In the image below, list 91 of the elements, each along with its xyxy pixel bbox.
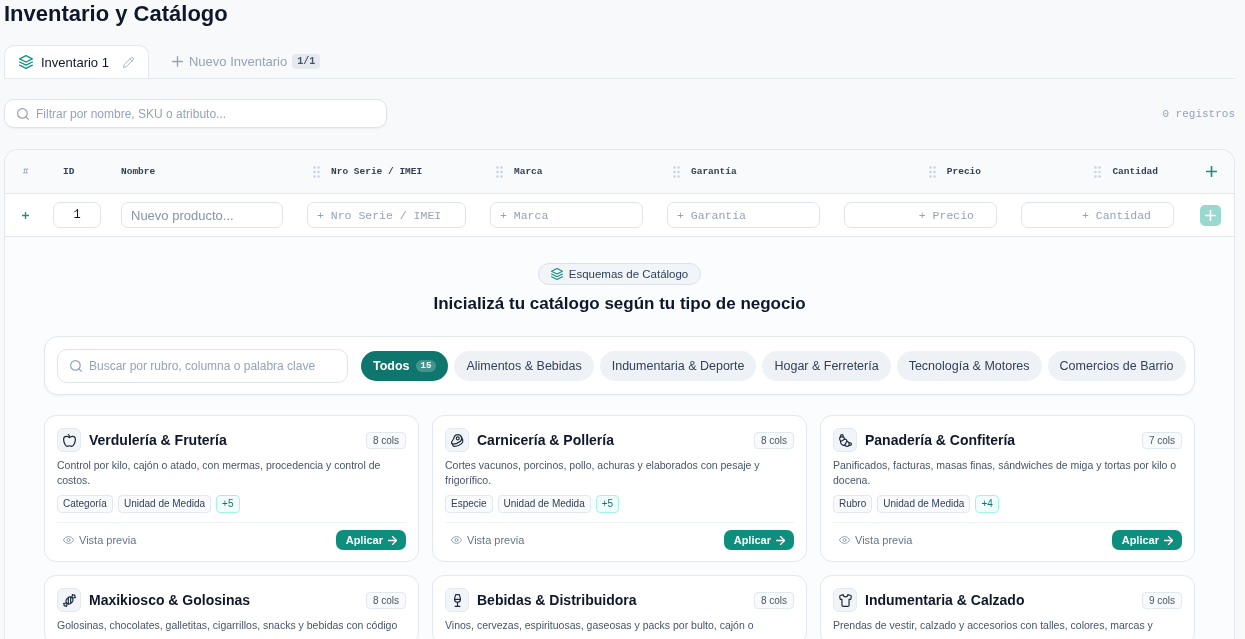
field-tag: Unidad de Medida	[497, 495, 591, 513]
input-field[interactable]: + Garantía	[667, 202, 820, 228]
drag-handle-icon[interactable]	[496, 165, 503, 178]
column-header: Marca	[514, 166, 543, 177]
layers-icon	[19, 55, 33, 69]
count-badge: 1/1	[292, 54, 321, 69]
card-title: Panadería & Confitería	[865, 432, 1016, 448]
more-fields-tag: +4	[975, 495, 999, 513]
column-count-badge: 7 cols	[1141, 431, 1182, 449]
apple-icon	[57, 428, 81, 452]
category-chip[interactable]: Alimentos & Bebidas	[454, 350, 594, 381]
arrow-right-icon	[388, 535, 397, 545]
arrow-right-icon	[1164, 535, 1173, 545]
drag-handle-icon[interactable]	[1094, 165, 1102, 178]
count-badge: 15	[415, 359, 437, 372]
category-chip[interactable]: Comercios de Barrio	[1047, 350, 1186, 381]
croissant-icon	[833, 428, 857, 452]
field-tag: Especie	[445, 495, 493, 513]
card-title: Verdulería & Frutería	[89, 432, 227, 448]
card-title: Bebidas & Distribuidora	[477, 592, 637, 608]
preview-link[interactable]: Vista previa	[833, 534, 913, 546]
record-count: 0 registros	[1162, 107, 1235, 120]
section-tag-label: Esquemas de Catálogo	[568, 268, 689, 280]
plus-icon[interactable]	[1205, 166, 1217, 177]
eye-icon	[839, 536, 850, 544]
category-chip[interactable]: Hogar & Ferretería	[762, 350, 891, 381]
add-row-button[interactable]	[1199, 204, 1221, 226]
card-description: Golosinas, chocolates, galletitas, cigarrillos, snacks y bebidas con código	[57, 618, 399, 633]
search-icon	[17, 107, 29, 120]
category-chip[interactable]: Todos 15	[361, 350, 449, 381]
apply-button[interactable]: Aplicar	[335, 530, 406, 550]
column-count-badge: 8 cols	[365, 431, 406, 449]
column-header: Nombre	[121, 166, 156, 177]
more-fields-tag: +5	[595, 495, 620, 513]
column-header: #	[22, 166, 29, 177]
filter-field[interactable]: Filtrar por nombre, SKU o atributo...	[4, 99, 387, 128]
section-heading: Inicializá tu catálogo según tu tipo de negocio	[433, 293, 806, 315]
column-header: ID	[63, 166, 75, 177]
column-header: Cantidad	[1112, 166, 1158, 177]
column-count-badge: 8 cols	[753, 431, 794, 449]
card-title: Carnicería & Pollería	[477, 432, 614, 448]
preview-link[interactable]: Vista previa	[445, 534, 525, 546]
more-fields-tag: +5	[216, 495, 240, 513]
column-header: Garantía	[691, 166, 737, 177]
wine-glass-icon	[445, 588, 469, 612]
search-icon	[70, 359, 82, 372]
column-header: Nro Serie / IMEI	[331, 166, 423, 177]
card-title: Maxikiosco & Golosinas	[89, 592, 251, 608]
preview-link[interactable]: Vista previa	[57, 534, 137, 546]
column-header: Precio	[946, 166, 981, 177]
plus-icon	[22, 211, 29, 219]
pencil-icon[interactable]	[122, 56, 134, 68]
card-title: Indumentaria & Calzado	[865, 592, 1025, 608]
card-description: Control por kilo, cajón o atado, con mermas, procedencia y control de costos.	[57, 458, 382, 488]
column-count-badge: 8 cols	[365, 591, 406, 609]
card-description: Cortes vacunos, porcinos, pollo, achuras y elaborados con pesaje y frigorífico.	[445, 458, 761, 488]
arrow-right-icon	[776, 535, 785, 545]
layers-icon	[550, 268, 563, 280]
id-field[interactable]: 1	[53, 202, 101, 228]
card-description: Vinos, cervezas, espirituosas, gaseosas y packs por bulto, cajón o	[445, 618, 755, 633]
category-chip[interactable]: Tecnología & Motores	[896, 350, 1042, 381]
drag-handle-icon[interactable]	[928, 165, 936, 178]
input-field[interactable]: + Cantidad	[1021, 202, 1174, 228]
plus-icon	[1204, 209, 1216, 221]
category-chip[interactable]: Indumentaria & Deporte	[599, 350, 757, 381]
field-tag: Rubro	[833, 495, 873, 513]
tab[interactable]: Inventario 1	[4, 45, 149, 78]
column-count-badge: 8 cols	[753, 591, 794, 609]
field-tag: Unidad de Medida	[877, 495, 971, 513]
card-description: Panificados, facturas, masas finas, sándwiches de miga y tortas por kilo o docena.	[833, 458, 1178, 488]
new-inventory-button[interactable]: Nuevo Inventario 1/1	[171, 45, 321, 78]
column-count-badge: 9 cols	[1141, 591, 1182, 609]
apply-button[interactable]: Aplicar	[723, 530, 794, 550]
drag-handle-icon[interactable]	[313, 165, 320, 178]
eye-icon	[451, 536, 462, 544]
eye-icon	[63, 536, 74, 544]
input-field[interactable]: + Marca	[490, 202, 643, 228]
field-tag: Categoría	[57, 495, 113, 513]
page-title: Inventario y Catálogo	[4, 0, 228, 27]
candy-icon	[57, 588, 81, 612]
input-field[interactable]: + Nro Serie / IMEI	[307, 202, 466, 228]
shirt-icon	[833, 588, 857, 612]
field-tag: Unidad de Medida	[117, 495, 212, 513]
steak-icon	[445, 428, 469, 452]
card-description: Prendas de vestir, calzado y accesorios con talles, colores, marcas y	[833, 618, 1154, 633]
input-field[interactable]: + Precio	[844, 202, 997, 228]
apply-button[interactable]: Aplicar	[1111, 530, 1182, 550]
plus-icon	[171, 56, 183, 67]
drag-handle-icon[interactable]	[673, 165, 680, 178]
input-field[interactable]: Nuevo producto...	[121, 202, 283, 228]
search-field[interactable]: Buscar por rubro, columna o palabra clave	[57, 348, 348, 383]
